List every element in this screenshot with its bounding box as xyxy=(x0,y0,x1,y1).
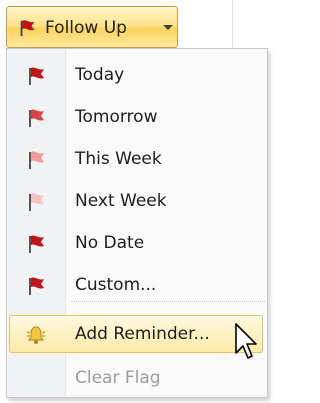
chevron-down-icon[interactable] xyxy=(163,25,173,30)
flag-today-icon xyxy=(29,67,44,85)
mouse-pointer-icon xyxy=(235,323,257,359)
menu-item-label: This Week xyxy=(75,149,162,169)
follow-up-label: Follow Up xyxy=(45,18,127,38)
menu-item-this-week[interactable]: This Week xyxy=(7,139,267,181)
flag-no-date-icon xyxy=(29,235,44,253)
bell-icon xyxy=(26,326,46,344)
flag-next-week-icon xyxy=(29,193,44,211)
menu-item-label: Today xyxy=(75,65,125,85)
menu-separator xyxy=(71,301,265,302)
flag-custom-icon xyxy=(29,277,44,295)
menu-item-add-reminder[interactable]: Add Reminder... xyxy=(7,314,267,356)
menu-item-today[interactable]: Today xyxy=(7,55,267,97)
menu-item-next-week[interactable]: Next Week xyxy=(7,181,267,223)
menu-item-clear-flag[interactable]: Clear Flag xyxy=(7,358,267,400)
menu-item-label: Custom... xyxy=(75,275,157,295)
flag-this-week-icon xyxy=(29,151,44,169)
menu-item-label: Add Reminder... xyxy=(75,324,210,344)
flag-tomorrow-icon xyxy=(29,109,44,127)
red-flag-icon xyxy=(20,20,35,37)
ribbon-divider xyxy=(232,0,233,54)
menu-item-label: Next Week xyxy=(75,191,167,211)
menu-item-tomorrow[interactable]: Tomorrow xyxy=(7,97,267,139)
menu-item-label: Tomorrow xyxy=(75,107,158,127)
follow-up-menu: Today Tomorrow This Week Next Week No Da… xyxy=(6,48,268,398)
menu-item-label: Clear Flag xyxy=(75,368,161,388)
menu-item-no-date[interactable]: No Date xyxy=(7,223,267,265)
menu-item-label: No Date xyxy=(75,233,145,253)
follow-up-button[interactable]: Follow Up xyxy=(6,6,178,48)
